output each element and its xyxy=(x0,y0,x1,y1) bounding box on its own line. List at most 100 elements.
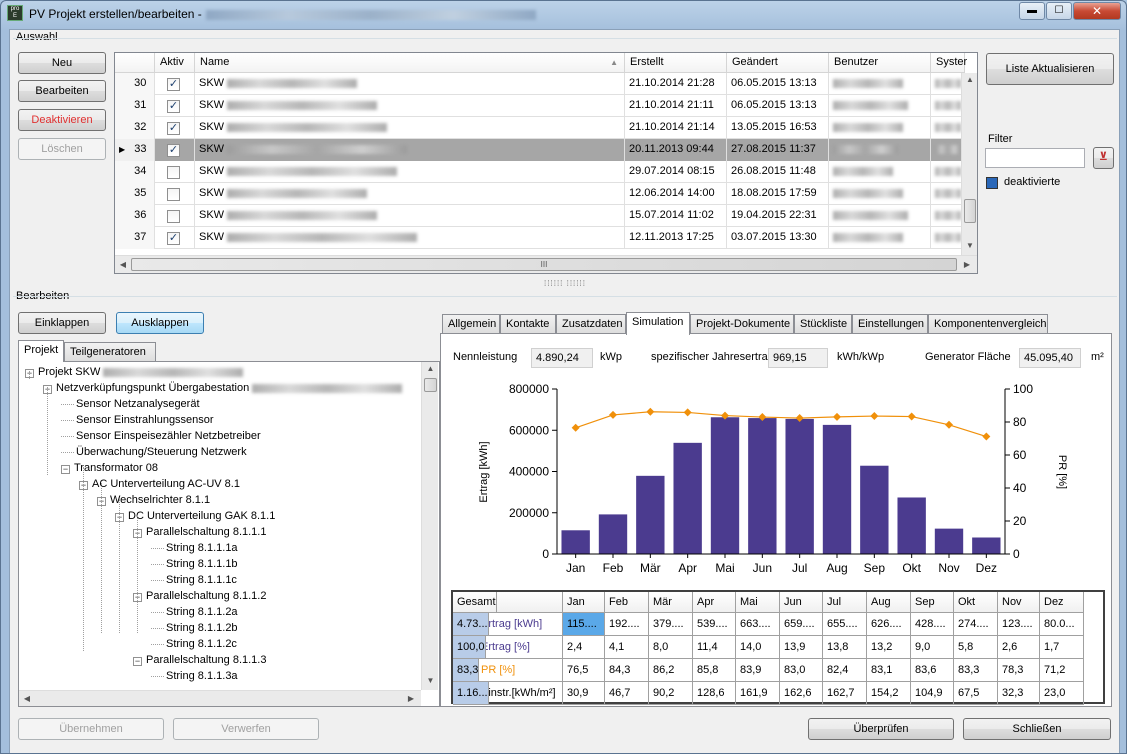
column-header-erstellt[interactable]: Erstellt xyxy=(625,53,727,73)
tree-node[interactable]: − AC Unterverteilung AC-UV 8.1 xyxy=(79,476,240,492)
tree-node[interactable]: Sensor Netzanalysegerät xyxy=(61,396,200,412)
table-cell[interactable]: 83,9 xyxy=(736,659,780,682)
table-row[interactable]: 34 SKW 29.07.2014 08:15 26.08.2015 11:48 xyxy=(115,161,977,183)
aktiv-checkbox[interactable] xyxy=(167,188,180,201)
column-header-geaendert[interactable]: Geändert xyxy=(727,53,829,73)
table-cell[interactable]: 128,6 xyxy=(693,682,736,705)
collapse-icon[interactable]: − xyxy=(61,465,70,474)
table-cell[interactable]: 83,3 xyxy=(453,659,480,682)
row-header[interactable]: ▶ 33 xyxy=(115,139,155,161)
tab-teilgeneratoren[interactable]: Teilgeneratoren xyxy=(64,342,156,362)
table-cell[interactable]: 83,0 xyxy=(780,659,823,682)
table-cell[interactable]: 115.... xyxy=(563,613,605,636)
table-row[interactable]: 32 ✓ SKW 21.10.2014 21:14 13.05.2015 16:53 xyxy=(115,117,977,139)
tree-node[interactable]: String 8.1.1.1b xyxy=(151,556,238,572)
name-cell[interactable]: SKW xyxy=(195,227,625,249)
loeschen-button[interactable]: Löschen xyxy=(18,138,106,160)
table-column-header[interactable]: Dez xyxy=(1040,592,1084,613)
splitter-handle[interactable]: ⁞⁞⁞⁞⁞⁞ ⁞⁞⁞⁞⁞⁞ xyxy=(520,279,610,288)
table-cell[interactable]: 13,9 xyxy=(780,636,823,659)
filter-clear-icon[interactable]: ⊻ xyxy=(1093,147,1114,169)
title-bar[interactable]: pro E PV Projekt erstellen/bearbeiten - ▬… xyxy=(1,1,1126,27)
table-cell[interactable]: 82,4 xyxy=(823,659,867,682)
aktiv-checkbox[interactable] xyxy=(167,166,180,179)
close-button[interactable]: ✕ xyxy=(1073,2,1121,20)
ueberpruefen-button[interactable]: Überprüfen xyxy=(808,718,954,740)
table-cell[interactable]: 23,0 xyxy=(1040,682,1084,705)
tree-scroll-left-icon[interactable]: ◀ xyxy=(21,694,33,703)
table-cell[interactable]: 46,7 xyxy=(605,682,649,705)
table-cell[interactable]: 11,4 xyxy=(693,636,736,659)
name-cell[interactable]: SKW xyxy=(195,161,625,183)
tree-node[interactable]: String 8.1.1.2c xyxy=(151,636,237,652)
table-cell[interactable]: 90,2 xyxy=(649,682,693,705)
verwerfen-button[interactable]: Verwerfen xyxy=(173,718,319,740)
table-cell[interactable]: 78,3 xyxy=(998,659,1040,682)
column-header-benutzer[interactable]: Benutzer xyxy=(829,53,931,73)
table-cell[interactable]: 85,8 xyxy=(693,659,736,682)
table-row[interactable]: 31 ✓ SKW 21.10.2014 21:11 06.05.2015 13:13 xyxy=(115,95,977,117)
table-cell[interactable]: 428.... xyxy=(911,613,954,636)
aktiv-checkbox[interactable]: ✓ xyxy=(167,122,180,135)
table-row[interactable]: 36 SKW 15.07.2014 11:02 19.04.2015 22:31 xyxy=(115,205,977,227)
tree-vertical-scrollbar[interactable]: ▲ ▼ xyxy=(421,362,438,690)
scroll-up-icon[interactable]: ▲ xyxy=(962,75,977,84)
table-cell[interactable]: 67,5 xyxy=(954,682,998,705)
table-column-header[interactable]: Jul xyxy=(823,592,867,613)
tab-zusatzdaten[interactable]: Zusatzdaten xyxy=(556,314,626,334)
tree-node[interactable]: − Netzverküpfungspunkt Übergabestation xyxy=(43,380,403,396)
tree-node[interactable]: Sensor Einspeisezähler Netzbetreiber xyxy=(61,428,261,444)
table-row[interactable]: 35 SKW 12.06.2014 14:00 18.08.2015 17:59 xyxy=(115,183,977,205)
deaktivierte-checkbox[interactable] xyxy=(986,177,998,189)
table-cell[interactable]: 192.... xyxy=(605,613,649,636)
table-cell[interactable]: 4.73... xyxy=(453,613,489,636)
tree-scroll-up-icon[interactable]: ▲ xyxy=(422,364,439,373)
einklappen-button[interactable]: Einklappen xyxy=(18,312,106,334)
table-cell[interactable]: 162,6 xyxy=(780,682,823,705)
table-column-header[interactable]: Okt xyxy=(954,592,998,613)
tab-kontakte[interactable]: Kontakte xyxy=(500,314,556,334)
table-cell[interactable]: 663.... xyxy=(736,613,780,636)
table-cell[interactable]: 83,6 xyxy=(911,659,954,682)
neu-button[interactable]: Neu xyxy=(18,52,106,74)
bearbeiten-button[interactable]: Bearbeiten xyxy=(18,80,106,102)
table-cell[interactable]: 123.... xyxy=(998,613,1040,636)
tab-allgemein[interactable]: Allgemein xyxy=(442,314,500,334)
table-cell[interactable]: 4,1 xyxy=(605,636,649,659)
tree-scroll-right-icon[interactable]: ▶ xyxy=(405,694,417,703)
schliessen-button[interactable]: Schließen xyxy=(963,718,1111,740)
table-cell[interactable]: 659.... xyxy=(780,613,823,636)
table-cell[interactable]: 100,0 xyxy=(453,636,486,659)
table-cell[interactable]: 626.... xyxy=(867,613,911,636)
tree-node[interactable]: String 8.1.1.2b xyxy=(151,620,238,636)
column-header-system[interactable]: Syster xyxy=(931,53,967,73)
tab-komponentenvergleich[interactable]: Komponentenvergleich xyxy=(928,314,1048,334)
grid-horizontal-scrollbar[interactable]: ◀ III ▶ xyxy=(115,255,977,273)
column-header-name[interactable]: Name ▲ xyxy=(195,53,625,73)
tab-projekt[interactable]: Projekt xyxy=(18,340,64,362)
table-row[interactable]: ▶ 33 ✓ SKW 20.11.2013 09:44 27.08.2015 11:3… xyxy=(115,139,977,161)
tree-node[interactable]: − Parallelschaltung 8.1.1.3 xyxy=(133,652,266,668)
deaktivieren-button[interactable]: Deaktivieren xyxy=(18,109,106,131)
row-header[interactable]: 37 xyxy=(115,227,155,249)
table-cell[interactable]: 14,0 xyxy=(736,636,780,659)
minimize-button[interactable]: ▬ xyxy=(1019,2,1045,20)
row-header[interactable]: 36 xyxy=(115,205,155,227)
row-header[interactable]: 35 xyxy=(115,183,155,205)
table-column-header[interactable]: Sep xyxy=(911,592,954,613)
table-cell[interactable]: 76,5 xyxy=(563,659,605,682)
tree-node[interactable]: − Transformator 08 xyxy=(61,460,158,476)
tree-node[interactable]: Überwachung/Steuerung Netzwerk xyxy=(61,444,247,460)
liste-aktualisieren-button[interactable]: Liste Aktualisieren xyxy=(986,53,1114,85)
tree-vscroll-thumb[interactable] xyxy=(424,378,437,392)
uebernehmen-button[interactable]: Übernehmen xyxy=(18,718,164,740)
table-cell[interactable]: 1.16... xyxy=(453,682,489,705)
maximize-button[interactable]: ☐ xyxy=(1046,2,1072,20)
table-cell[interactable]: 13,8 xyxy=(823,636,867,659)
tab-einstellungen[interactable]: Einstellungen xyxy=(852,314,928,334)
tree-node[interactable]: String 8.1.1.2a xyxy=(151,604,238,620)
scroll-down-icon[interactable]: ▼ xyxy=(962,241,977,250)
table-row[interactable]: 37 ✓ SKW 12.11.2013 17:25 03.07.2015 13:30 xyxy=(115,227,977,249)
table-cell[interactable]: 1,7 xyxy=(1040,636,1084,659)
aktiv-checkbox[interactable] xyxy=(167,210,180,223)
